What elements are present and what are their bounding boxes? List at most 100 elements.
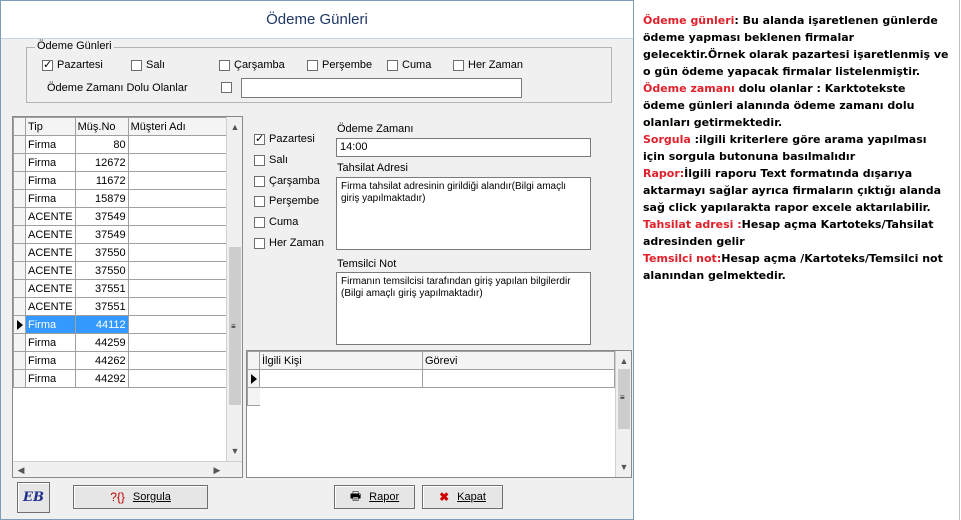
detail-day-always[interactable]: Her Zaman — [254, 237, 324, 249]
payment-time-input[interactable]: 14:00 — [336, 138, 591, 157]
cell-customer-no[interactable]: 44259 — [74, 333, 129, 352]
cell-tip[interactable]: ACENTE — [25, 261, 76, 280]
table-row[interactable]: Firma 44112 — [13, 315, 228, 334]
checkbox-icon[interactable] — [453, 59, 464, 71]
cell-customer-name[interactable] — [127, 171, 228, 190]
cell-customer-no[interactable]: 11672 — [74, 171, 129, 190]
close-button[interactable]: ✖ Kapat — [422, 485, 503, 509]
cell-customer-name[interactable] — [127, 243, 228, 262]
firm-grid-hscroll[interactable]: ◀ ▶ — [13, 461, 242, 477]
cell-tip[interactable]: Firma — [25, 333, 76, 352]
cell-tip[interactable]: ACENTE — [25, 243, 76, 262]
cell-customer-no[interactable]: 44262 — [74, 351, 129, 370]
scroll-up-icon[interactable]: ▲ — [227, 119, 242, 135]
col-tip[interactable]: Tip — [25, 117, 76, 136]
cell-tip[interactable]: Firma — [25, 351, 76, 370]
cell-customer-no[interactable]: 44292 — [74, 369, 129, 388]
cell-customer-name[interactable] — [127, 189, 228, 208]
cell-customer-name[interactable] — [127, 225, 228, 244]
cell-customer-name[interactable] — [127, 369, 228, 388]
cell-customer-name[interactable] — [127, 333, 228, 352]
detail-day-wednesday[interactable]: Çarşamba — [254, 175, 320, 187]
filter-day-wednesday[interactable]: Çarşamba — [219, 59, 285, 71]
rep-note-memo[interactable]: Firmanın temsilcisi tarafından giriş yap… — [336, 272, 591, 345]
cell-customer-no[interactable]: 37551 — [74, 297, 129, 316]
cell-tip[interactable]: ACENTE — [25, 207, 76, 226]
table-row[interactable]: Firma 11672 — [13, 171, 228, 190]
table-row[interactable]: Firma 12672 — [13, 153, 228, 172]
table-row[interactable]: ACENTE 37551 — [13, 297, 228, 316]
checkbox-icon[interactable] — [254, 216, 265, 228]
firm-grid[interactable]: Tip Müş.No Müşteri Adı Firma 80 Firma 12672… — [12, 116, 243, 478]
table-row[interactable]: Firma 44262 — [13, 351, 228, 370]
cell-tip[interactable]: Firma — [25, 315, 76, 334]
checkbox-icon[interactable] — [131, 59, 142, 71]
report-button[interactable]: 🖶 Rapor — [334, 485, 415, 509]
detail-day-monday[interactable]: Pazartesi — [254, 132, 315, 146]
cell-customer-name[interactable] — [127, 207, 228, 226]
cell-tip[interactable]: Firma — [25, 189, 76, 208]
cell-customer-no[interactable]: 12672 — [74, 153, 129, 172]
table-row[interactable] — [247, 387, 615, 406]
table-row[interactable]: Firma 15879 — [13, 189, 228, 208]
checkbox-icon[interactable] — [254, 175, 265, 187]
table-row[interactable]: ACENTE 37551 — [13, 279, 228, 298]
cell-customer-no[interactable]: 37550 — [74, 243, 129, 262]
cell-customer-no[interactable]: 37551 — [74, 279, 129, 298]
col-contact-person[interactable]: İlgili Kişi — [259, 351, 423, 370]
cell-customer-no[interactable]: 15879 — [74, 189, 129, 208]
collection-address-memo[interactable]: Firma tahsilat adresinin girildiği aland… — [336, 177, 591, 250]
cell-tip[interactable]: Firma — [25, 135, 76, 154]
scroll-up-icon[interactable]: ▲ — [616, 353, 631, 369]
col-customer-no[interactable]: Müş.No — [74, 117, 129, 136]
cell-customer-no[interactable]: 44112 — [74, 315, 129, 334]
table-row[interactable]: Firma 80 — [13, 135, 228, 154]
table-row[interactable]: Firma 44292 — [13, 369, 228, 388]
table-row[interactable]: ACENTE 37549 — [13, 207, 228, 226]
contact-grid-vscroll[interactable]: ▲ ≡ ▼ — [615, 351, 631, 477]
cell-customer-no[interactable]: 80 — [74, 135, 129, 154]
logo-button[interactable]: EB — [17, 482, 50, 513]
cell-customer-name[interactable] — [127, 297, 228, 316]
cell-customer-name[interactable] — [127, 153, 228, 172]
filter-day-thursday[interactable]: Perşembe — [307, 59, 372, 71]
col-customer-name[interactable]: Müşteri Adı — [127, 117, 228, 136]
checkbox-icon[interactable] — [219, 59, 230, 71]
table-row[interactable]: ACENTE 37550 — [13, 243, 228, 262]
filter-day-always[interactable]: Her Zaman — [453, 59, 523, 71]
checkbox-icon[interactable] — [42, 58, 53, 72]
checkbox-icon[interactable] — [254, 195, 265, 207]
cell-customer-no[interactable]: 37549 — [74, 225, 129, 244]
cell-tip[interactable]: Firma — [25, 171, 76, 190]
filled-only-input[interactable] — [241, 78, 522, 98]
scroll-right-icon[interactable]: ▶ — [209, 462, 225, 477]
cell-customer-name[interactable] — [127, 315, 228, 334]
query-button[interactable]: ?{} Sorgula — [73, 485, 208, 509]
checkbox-icon[interactable] — [221, 82, 232, 93]
filled-only-checkbox[interactable] — [221, 82, 236, 93]
cell-customer-no[interactable]: 37549 — [74, 207, 129, 226]
table-row[interactable] — [247, 369, 615, 388]
detail-day-tuesday[interactable]: Salı — [254, 154, 288, 166]
cell-tip[interactable]: ACENTE — [25, 225, 76, 244]
col-position[interactable]: Görevi — [422, 351, 615, 370]
table-row[interactable]: Firma 44259 — [13, 333, 228, 352]
cell-tip[interactable]: Firma — [25, 369, 76, 388]
checkbox-icon[interactable] — [254, 154, 265, 166]
table-row[interactable]: ACENTE 37550 — [13, 261, 228, 280]
checkbox-icon[interactable] — [307, 59, 318, 71]
detail-day-thursday[interactable]: Perşembe — [254, 195, 319, 207]
cell-customer-name[interactable] — [127, 351, 228, 370]
firm-grid-vscroll[interactable]: ▲ ≡ ▼ — [226, 117, 242, 461]
contact-grid[interactable]: İlgili Kişi Görevi ▲ ≡ ▼ — [246, 350, 632, 478]
filter-day-tuesday[interactable]: Salı — [131, 59, 165, 71]
cell-tip[interactable]: ACENTE — [25, 279, 76, 298]
cell-customer-name[interactable] — [127, 261, 228, 280]
scroll-down-icon[interactable]: ▼ — [227, 443, 242, 459]
scroll-down-icon[interactable]: ▼ — [616, 459, 631, 475]
cell-customer-name[interactable] — [127, 135, 228, 154]
scroll-left-icon[interactable]: ◀ — [13, 462, 29, 477]
checkbox-icon[interactable] — [387, 59, 398, 71]
filter-day-friday[interactable]: Cuma — [387, 59, 431, 71]
cell-customer-name[interactable] — [127, 279, 228, 298]
